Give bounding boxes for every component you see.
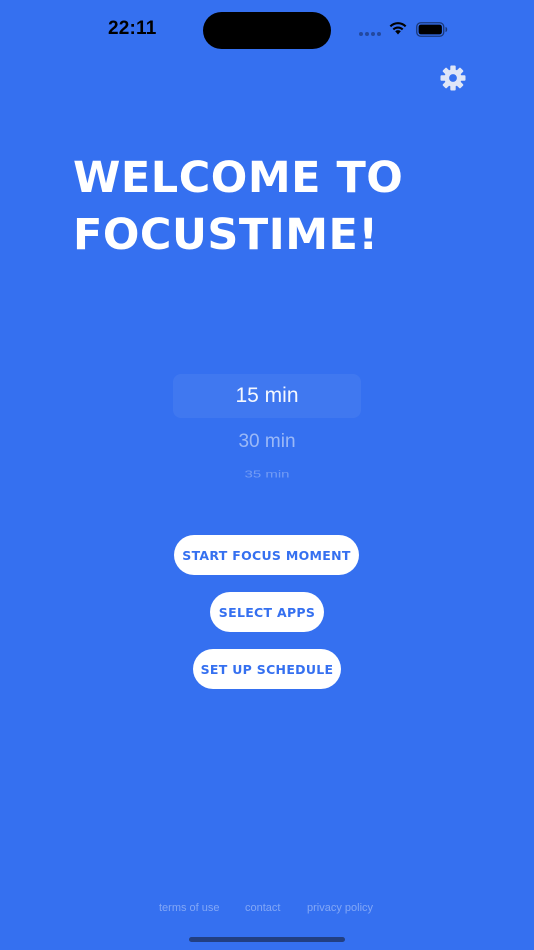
- footer-links: terms of use contact privacy policy: [0, 902, 534, 918]
- start-focus-moment-button[interactable]: START FOCUS MOMENT: [174, 535, 359, 575]
- select-apps-button[interactable]: SELECT APPS: [210, 592, 324, 632]
- duration-picker[interactable]: 15 min 30 min 35 min: [173, 372, 361, 482]
- signal-dots-icon: [359, 32, 381, 36]
- privacy-policy-link[interactable]: privacy policy: [307, 902, 373, 914]
- gear-icon: [440, 65, 466, 91]
- terms-of-use-link[interactable]: terms of use: [159, 902, 220, 914]
- status-bar: 22:11: [0, 0, 534, 60]
- dynamic-island: [203, 12, 331, 49]
- picker-option-selected[interactable]: 15 min: [173, 384, 361, 408]
- picker-option[interactable]: 35 min: [173, 469, 361, 481]
- settings-button[interactable]: [439, 64, 467, 92]
- set-up-schedule-button[interactable]: SET UP SCHEDULE: [193, 649, 341, 689]
- home-indicator[interactable]: [189, 937, 345, 942]
- status-time: 22:11: [108, 18, 157, 39]
- picker-option[interactable]: 30 min: [173, 431, 361, 453]
- battery-icon: [416, 22, 448, 37]
- page-title: WELCOME TO FOCUSTIME!: [73, 153, 404, 260]
- contact-link[interactable]: contact: [245, 902, 280, 914]
- wifi-icon: [389, 22, 407, 35]
